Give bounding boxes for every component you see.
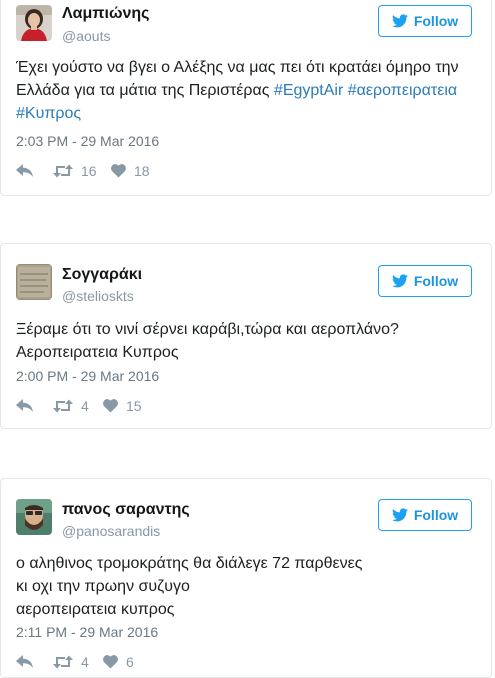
reply-button[interactable] <box>16 396 34 416</box>
reply-button[interactable] <box>16 652 34 672</box>
timestamp[interactable]: 2:03 PM - 29 Mar 2016 <box>16 133 159 149</box>
tweet-text-line: Ξέραμε ότι το νινί σέρνει καράβι,τώρα κα… <box>16 321 399 338</box>
retweet-icon <box>53 655 73 669</box>
user-handle[interactable]: @aouts <box>62 28 110 44</box>
follow-button[interactable]: Follow <box>378 499 472 531</box>
reply-icon <box>16 399 33 412</box>
retweet-button[interactable]: 16 <box>53 161 97 181</box>
avatar[interactable] <box>16 264 52 300</box>
tweet-text-line: Έχει γούστο να βγει ο Αλέξης να μας πει … <box>16 59 459 76</box>
retweet-button[interactable]: 4 <box>53 396 89 416</box>
twitter-bird-icon <box>391 14 408 28</box>
avatar[interactable] <box>16 5 52 41</box>
like-count: 6 <box>126 654 134 670</box>
user-handle[interactable]: @panosarandis <box>62 523 160 539</box>
follow-label: Follow <box>413 507 459 523</box>
heart-icon <box>103 399 118 413</box>
tweet-text: Ξέραμε ότι το νινί σέρνει καράβι,τώρα κα… <box>16 318 478 364</box>
tweet-text-line: #Κυπρος <box>16 102 478 125</box>
tweet-card-2: Σογγαράκι @stelioskts Follow Ξέραμε ότι … <box>0 243 492 429</box>
like-button[interactable]: 6 <box>103 652 134 672</box>
user-handle[interactable]: @stelioskts <box>62 288 134 304</box>
tweet-card-3: πανος σαραντης @panosarandis Follow ο αλ… <box>0 478 492 678</box>
retweet-icon <box>53 399 73 413</box>
tweet-text-line: Ελλάδα για τα μάτια της Περιστέρας #Egyp… <box>16 79 478 102</box>
avatar[interactable] <box>16 499 52 535</box>
display-name[interactable]: πανος σαραντης <box>62 501 190 519</box>
twitter-bird-icon <box>391 274 408 288</box>
hashtag-link[interactable]: #αεροπειρατεια <box>348 82 457 99</box>
avatar-image <box>16 5 52 41</box>
timestamp[interactable]: 2:00 PM - 29 Mar 2016 <box>16 368 159 384</box>
like-count: 15 <box>126 398 142 414</box>
heart-icon <box>103 655 118 669</box>
like-button[interactable]: 15 <box>103 396 142 416</box>
hashtag-link[interactable]: #EgyptAir <box>274 82 343 99</box>
like-button[interactable]: 18 <box>111 161 150 181</box>
follow-button[interactable]: Follow <box>378 265 472 297</box>
retweet-icon <box>53 164 73 178</box>
tweet-text-segment: Ελλάδα για τα μάτια της Περιστέρας <box>16 82 270 99</box>
follow-label: Follow <box>413 13 459 29</box>
follow-button[interactable]: Follow <box>378 5 472 37</box>
reply-icon <box>16 655 33 668</box>
tweet-card-1: Λαμπιώνης @aouts Follow Έχει γούστο να β… <box>0 0 492 196</box>
hashtag-link[interactable]: #Κυπρος <box>16 105 81 122</box>
like-count: 18 <box>134 163 150 179</box>
tweet-text-line: κι οχι την πρωην συζυγο <box>16 578 190 595</box>
tweet-text-line: ο αληθινος τρομοκράτης θα διάλεγε 72 παρ… <box>16 555 363 572</box>
avatar-image <box>16 264 52 300</box>
reply-icon <box>16 164 33 177</box>
twitter-bird-icon <box>391 508 408 522</box>
retweet-count: 16 <box>81 163 97 179</box>
tweet-text-line: αεροπειρατεια κυπρος <box>16 601 175 618</box>
avatar-image <box>16 499 52 535</box>
timestamp[interactable]: 2:11 PM - 29 Mar 2016 <box>16 624 158 640</box>
follow-label: Follow <box>413 273 459 289</box>
retweet-count: 4 <box>81 654 89 670</box>
retweet-count: 4 <box>81 398 89 414</box>
retweet-button[interactable]: 4 <box>53 652 89 672</box>
heart-icon <box>111 164 126 178</box>
tweet-text: Έχει γούστο να βγει ο Αλέξης να μας πει … <box>16 56 478 125</box>
display-name[interactable]: Λαμπιώνης <box>62 5 150 23</box>
reply-button[interactable] <box>16 161 34 181</box>
tweet-text: ο αληθινος τρομοκράτης θα διάλεγε 72 παρ… <box>16 552 478 621</box>
tweet-text-line: Αεροπειρατεια Κυπρος <box>16 344 179 361</box>
display-name[interactable]: Σογγαράκι <box>62 266 142 284</box>
